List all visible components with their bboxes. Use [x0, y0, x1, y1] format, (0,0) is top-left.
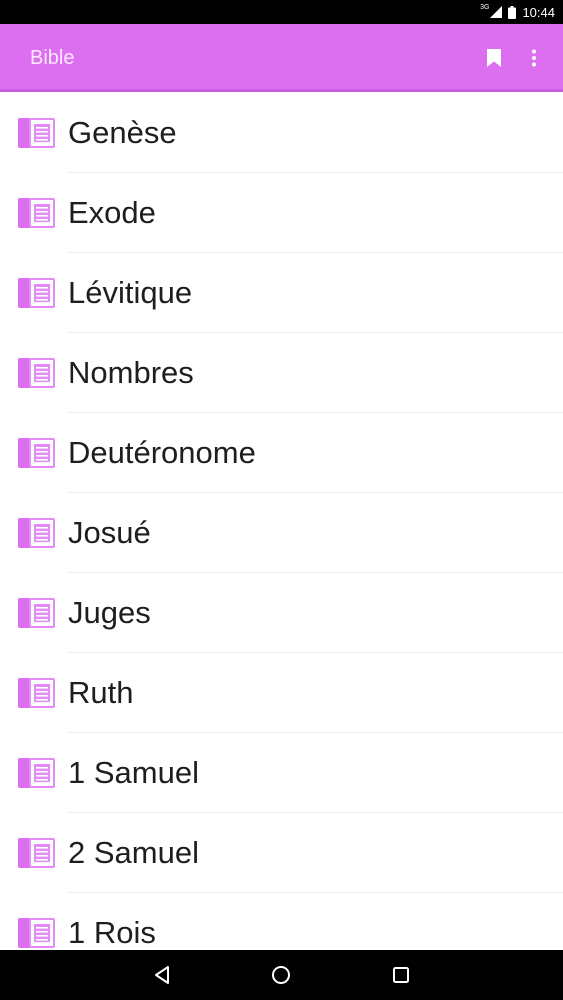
book-title: Ruth [68, 675, 134, 710]
book-list-item[interactable]: 1 Samuel [0, 733, 563, 813]
book-list: Genèse Exode Lévitique Nombres Deutérono… [0, 92, 563, 950]
book-list-item[interactable]: 1 Rois [0, 893, 563, 950]
signal-icon [490, 6, 503, 18]
battery-icon [508, 5, 517, 19]
bookmark-icon [487, 49, 501, 67]
overflow-menu-button[interactable] [522, 44, 546, 72]
recents-button[interactable] [386, 960, 416, 990]
book-icon [18, 198, 55, 228]
book-icon [18, 758, 55, 788]
bookmark-button[interactable] [480, 44, 508, 72]
network-type-label: 3G [480, 3, 490, 11]
back-icon [155, 966, 169, 984]
book-list-item[interactable]: Juges [0, 573, 563, 653]
book-icon [18, 918, 55, 948]
navigation-bar [0, 950, 563, 1000]
app-bar: Bible [0, 24, 563, 92]
book-list-item[interactable]: Lévitique [0, 253, 563, 333]
book-icon [18, 278, 55, 308]
book-title: 1 Rois [68, 915, 156, 950]
book-icon [18, 598, 55, 628]
back-button[interactable] [147, 960, 177, 990]
book-title: Josué [68, 515, 151, 550]
book-icon [18, 117, 55, 148]
app-title: Bible [30, 47, 75, 69]
book-icon [18, 438, 55, 468]
book-title: Lévitique [68, 275, 193, 310]
book-icon [18, 518, 55, 548]
book-icon [18, 358, 55, 388]
book-icon [18, 678, 55, 708]
home-icon [272, 966, 290, 984]
book-title: 2 Samuel [68, 835, 199, 870]
overflow-menu-icon [532, 49, 536, 67]
book-list-item[interactable]: 2 Samuel [0, 813, 563, 893]
book-list-item[interactable]: Deutéronome [0, 413, 563, 493]
clock: 10:44 [522, 4, 555, 20]
book-title: Genèse [68, 114, 177, 150]
book-list-item[interactable]: Josué [0, 493, 563, 573]
book-title: 1 Samuel [68, 755, 199, 790]
book-list-item[interactable]: Ruth [0, 653, 563, 733]
book-list-item[interactable]: Exode [0, 173, 563, 253]
book-list-item[interactable]: Nombres [0, 333, 563, 413]
recents-icon [393, 967, 409, 983]
book-list-item[interactable]: Genèse [0, 92, 563, 173]
book-title: Nombres [68, 355, 194, 390]
status-bar: 3G 10:44 [0, 0, 563, 24]
book-title: Juges [68, 595, 151, 630]
book-title: Deutéronome [68, 435, 256, 470]
book-icon [18, 838, 55, 868]
home-button[interactable] [266, 960, 296, 990]
book-title: Exode [68, 195, 156, 230]
